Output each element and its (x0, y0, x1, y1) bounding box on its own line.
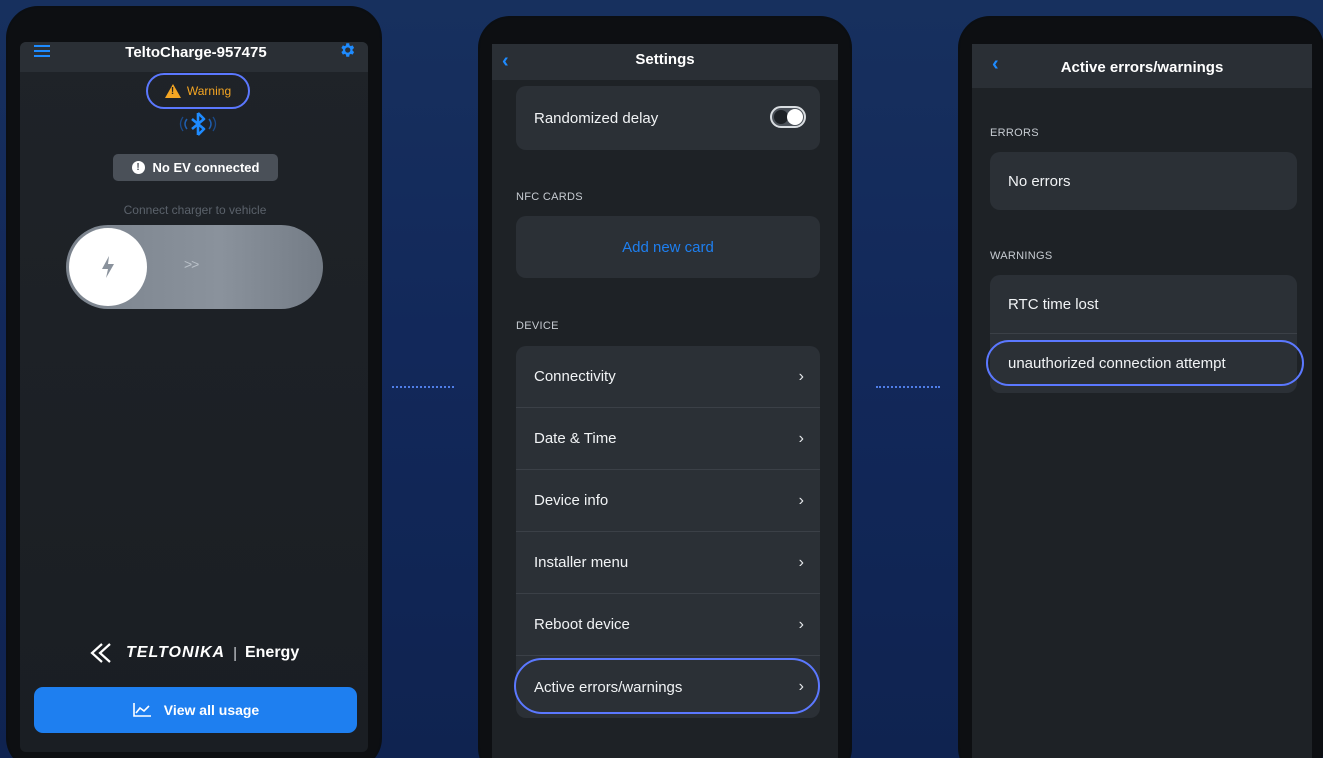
menu-item-label: Date & Time (534, 430, 617, 447)
menu-item-label: Connectivity (534, 368, 616, 385)
errors-header: ‹ Active errors/warnings (972, 44, 1312, 88)
connect-hint: Connect charger to vehicle (123, 203, 267, 217)
settings-screen: ‹ Settings Randomized delay NFC CARDS Ad… (492, 44, 838, 758)
menu-item-label: Device info (534, 492, 609, 509)
errors-section-label: ERRORS (990, 127, 1039, 139)
menu-item-connectivity[interactable]: Connectivity › (516, 346, 820, 408)
brand-name: TELTONIKA (126, 644, 226, 661)
menu-item-label: Installer menu (534, 554, 629, 571)
randomized-delay-label: Randomized delay (534, 109, 659, 127)
warning-item: RTC time lost (990, 275, 1297, 334)
slider-knob[interactable] (69, 228, 147, 306)
view-all-usage-button[interactable]: View all usage (34, 687, 357, 733)
ev-status-badge: ! No EV connected (113, 154, 278, 181)
brand-separator: | (233, 644, 237, 662)
warnings-section-label: WARNINGS (990, 250, 1053, 262)
bluetooth-icon (179, 112, 217, 136)
menu-item-label: Reboot device (534, 616, 630, 633)
error-item-label: No errors (1008, 172, 1071, 190)
menu-item-device-info[interactable]: Device info › (516, 470, 820, 532)
error-item: No errors (990, 152, 1297, 210)
teltonika-mark-icon (90, 643, 111, 663)
randomized-delay-toggle[interactable] (770, 106, 806, 128)
connector-dots-2 (876, 386, 940, 388)
warning-label: Warning (186, 84, 232, 98)
ev-status-label: No EV connected (152, 160, 260, 175)
warning-item-label: RTC time lost (1008, 295, 1099, 313)
menu-item-date-time[interactable]: Date & Time › (516, 408, 820, 470)
slider-arrows: >> (184, 256, 199, 272)
lightning-icon (102, 256, 114, 278)
device-section-label: DEVICE (516, 320, 559, 332)
menu-icon[interactable] (34, 45, 50, 59)
chevron-right-icon: › (798, 368, 804, 385)
settings-header: ‹ Settings (492, 44, 838, 80)
menu-item-installer-menu[interactable]: Installer menu › (516, 532, 820, 594)
chart-icon (132, 703, 151, 717)
highlight-ring-active-errors (514, 658, 820, 714)
chevron-right-icon: › (798, 554, 804, 571)
nfc-section-label: NFC CARDS (516, 191, 583, 203)
highlight-ring-unauthorized (986, 340, 1304, 386)
phone-errors-screen: ‹ Active errors/warnings ERRORS No error… (960, 18, 1322, 758)
view-all-usage-label: View all usage (163, 702, 260, 718)
brand-logo: TELTONIKA | Energy (88, 642, 299, 664)
phone-settings-screen: ‹ Settings Randomized delay NFC CARDS Ad… (480, 18, 850, 758)
warning-icon (164, 84, 181, 98)
chevron-right-icon: › (798, 492, 804, 509)
settings-title: Settings (635, 51, 695, 68)
errors-card: No errors (990, 152, 1297, 210)
menu-item-reboot-device[interactable]: Reboot device › (516, 594, 820, 656)
randomized-delay-card: Randomized delay (516, 86, 820, 150)
info-icon: ! (131, 161, 145, 174)
device-title: TeltoCharge-957475 (125, 44, 267, 61)
warning-badge[interactable]: Warning (146, 73, 250, 109)
errors-screen: ‹ Active errors/warnings ERRORS No error… (972, 44, 1312, 758)
gear-icon[interactable] (338, 41, 356, 59)
errors-title: Active errors/warnings (1060, 59, 1224, 76)
randomized-delay-row[interactable]: Randomized delay (516, 86, 820, 150)
chevron-right-icon: › (798, 430, 804, 447)
connector-dots-1 (392, 386, 454, 388)
brand-suffix: Energy (244, 644, 300, 661)
chevron-right-icon: › (798, 616, 804, 633)
add-new-card-button[interactable]: Add new card (516, 216, 820, 278)
